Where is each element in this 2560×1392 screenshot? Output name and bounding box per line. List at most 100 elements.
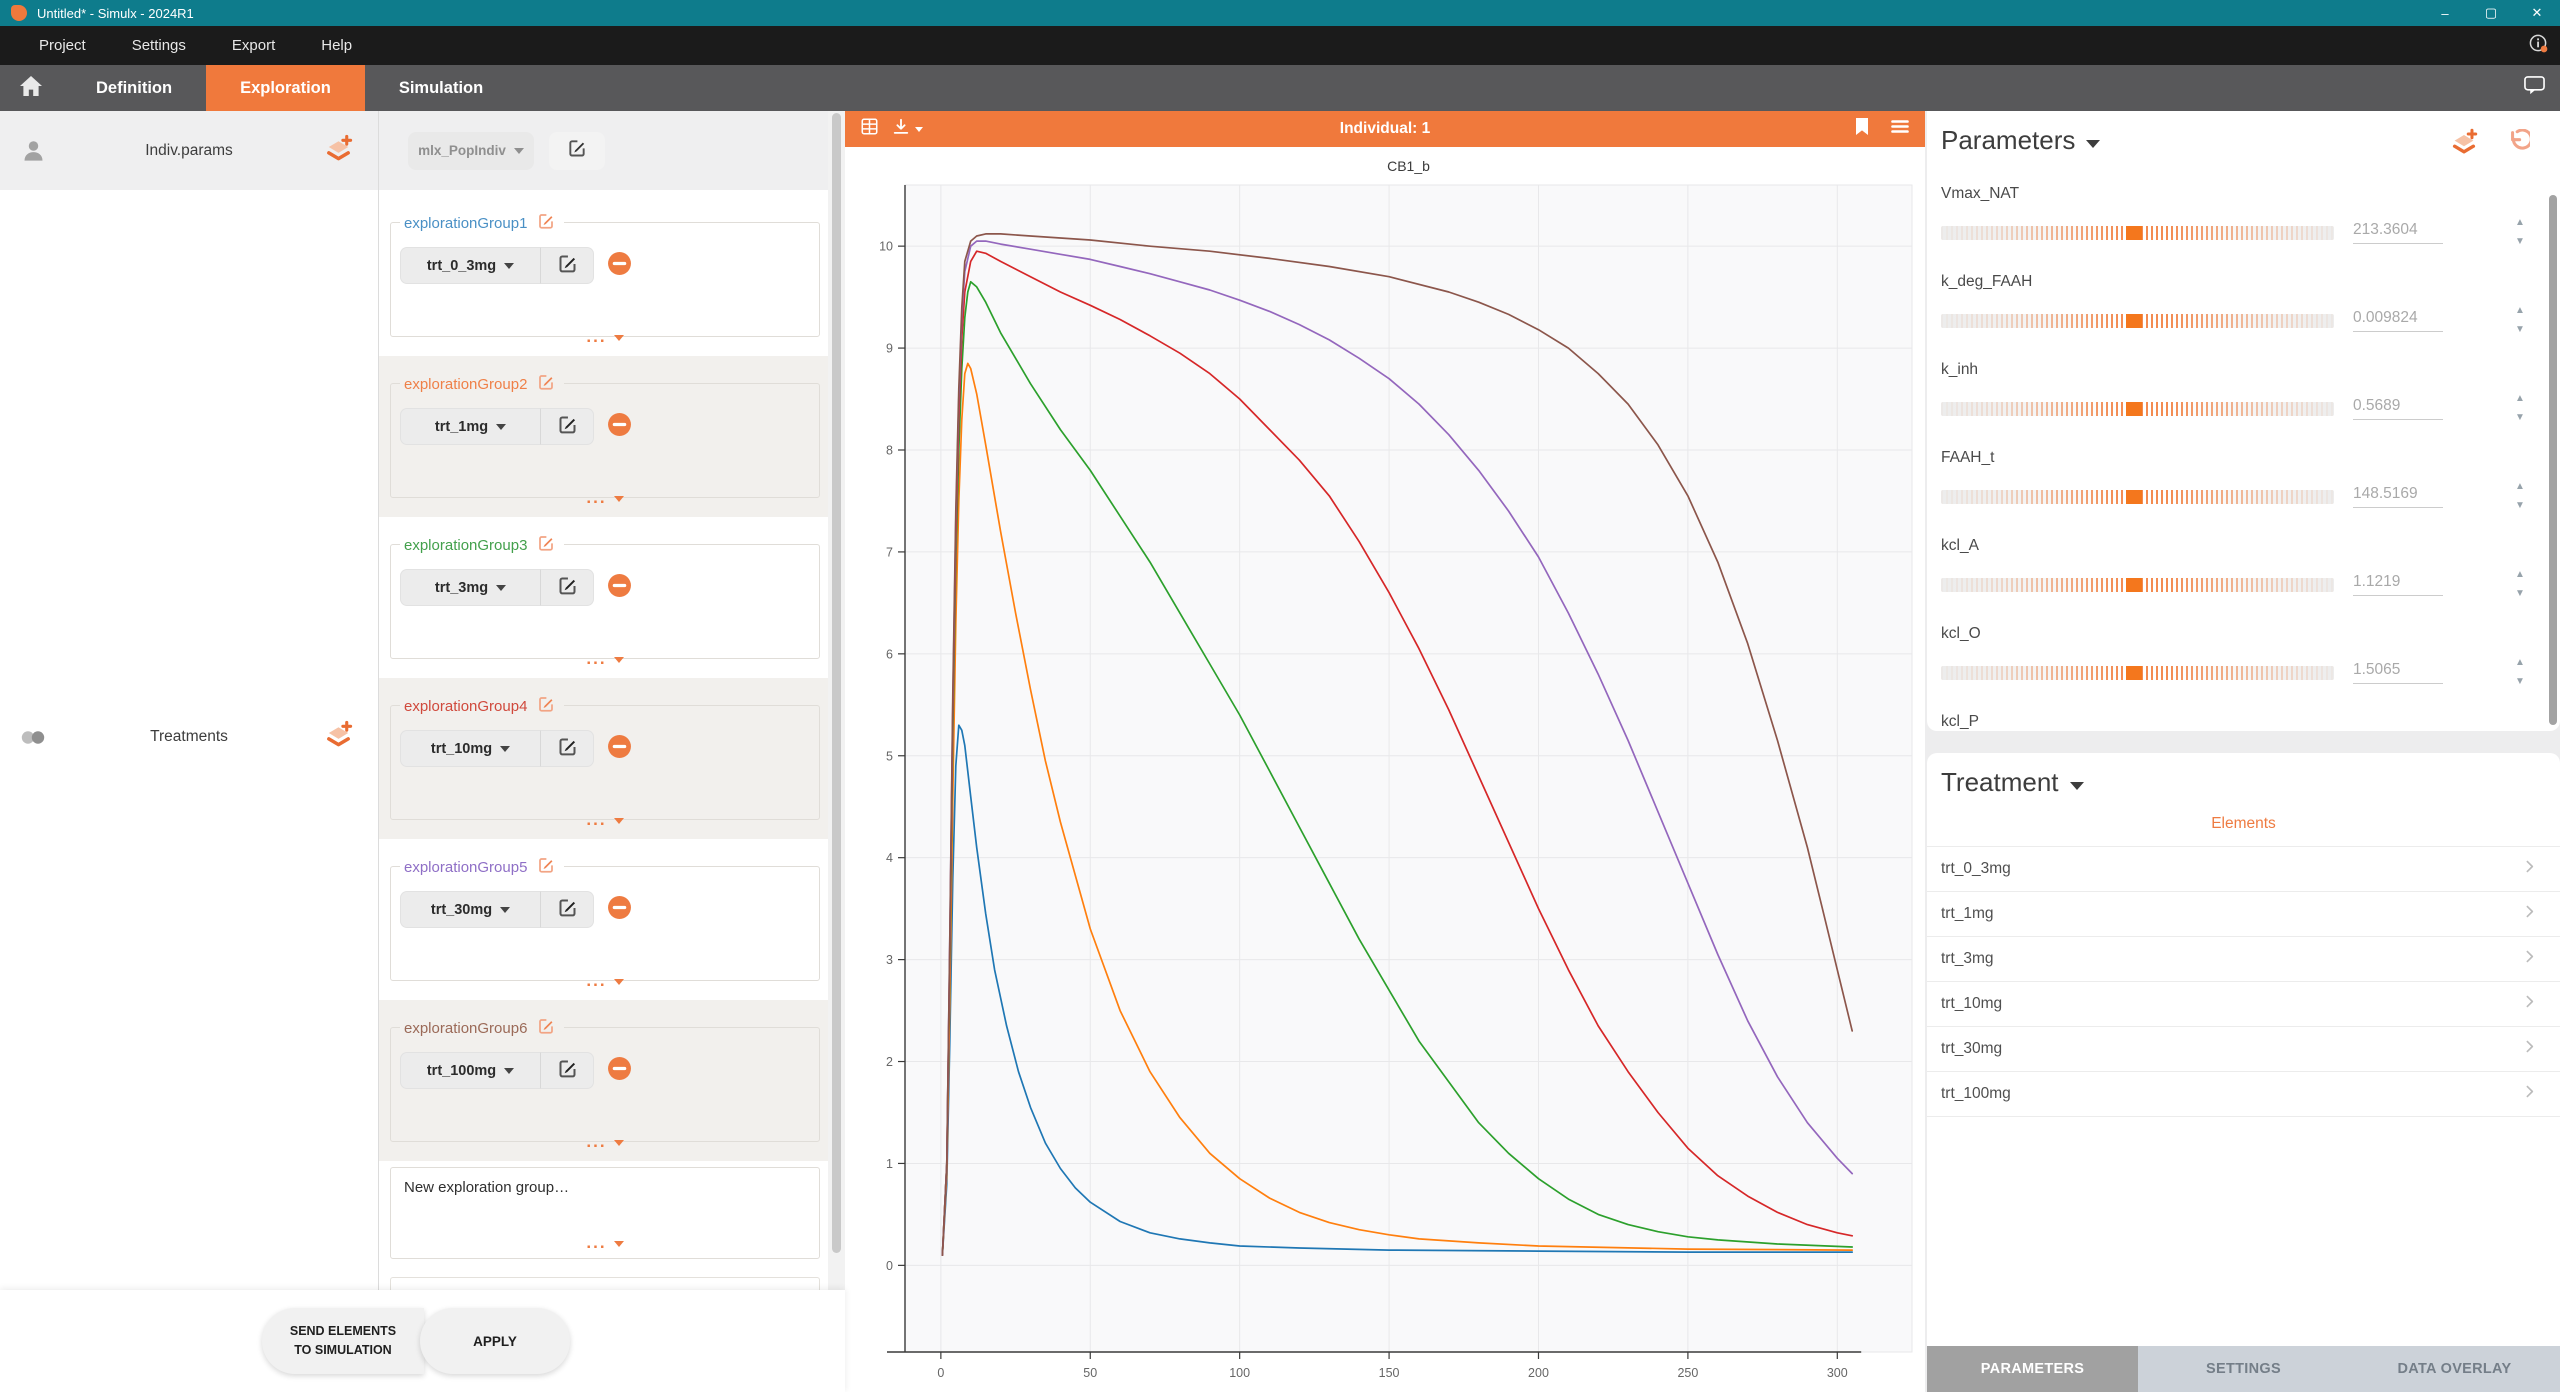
edit-group-name-icon[interactable] (537, 212, 555, 234)
remove-treatment-button[interactable] (607, 1056, 632, 1086)
indiv-params-section[interactable]: Indiv.params (0, 111, 379, 190)
slider-handle[interactable] (2126, 226, 2142, 240)
edit-treatment-button[interactable] (540, 247, 594, 284)
right-tab-parameters[interactable]: PARAMETERS (1927, 1346, 2138, 1392)
menu-help[interactable]: Help (298, 37, 375, 54)
spin-down-icon[interactable]: ▼ (2515, 589, 2525, 599)
edit-group-name-icon[interactable] (537, 1017, 555, 1039)
edit-group-name-icon[interactable] (537, 856, 555, 878)
right-tab-data-overlay[interactable]: DATA OVERLAY (2349, 1346, 2560, 1392)
spin-up-icon[interactable]: ▲ (2515, 306, 2525, 316)
treatment-element-trt_0_3mg[interactable]: trt_0_3mg (1927, 847, 2560, 892)
group-more-button[interactable]: ... (390, 1137, 820, 1147)
spin-up-icon[interactable]: ▲ (2515, 394, 2525, 404)
data-grid-icon[interactable] (861, 118, 878, 140)
menu-project[interactable]: Project (16, 37, 109, 54)
treatment-select[interactable]: trt_3mg (400, 569, 540, 606)
spin-down-icon[interactable]: ▼ (2515, 677, 2525, 687)
home-tab[interactable] (0, 65, 62, 111)
edit-group-name-icon[interactable] (537, 534, 555, 556)
edit-group-name-icon[interactable] (537, 695, 555, 717)
remove-treatment-button[interactable] (607, 895, 632, 925)
edit-treatment-button[interactable] (540, 1052, 594, 1089)
spin-down-icon[interactable]: ▼ (2515, 501, 2525, 511)
parameter-value-input[interactable]: 1.1219 (2353, 573, 2443, 596)
close-button[interactable]: ✕ (2514, 0, 2560, 26)
slider-handle[interactable] (2126, 402, 2142, 416)
spin-up-icon[interactable]: ▲ (2515, 218, 2525, 228)
spin-down-icon[interactable]: ▼ (2515, 413, 2525, 423)
remove-treatment-button[interactable] (607, 573, 632, 603)
parameter-slider[interactable] (1941, 666, 2334, 680)
edit-model-button[interactable] (549, 132, 605, 170)
group-more-button[interactable]: ... (390, 976, 820, 986)
cb1b-plot-area[interactable]: 012345678910050100150200250300CB1_b (845, 147, 1925, 1392)
parameter-slider[interactable] (1941, 578, 2334, 592)
parameter-slider[interactable] (1941, 402, 2334, 416)
scrollbar-thumb[interactable] (832, 113, 841, 1253)
edit-group-name-icon[interactable] (537, 373, 555, 395)
slider-handle[interactable] (2126, 490, 2142, 504)
parameter-slider[interactable] (1941, 490, 2334, 504)
parameter-slider[interactable] (1941, 314, 2334, 328)
add-indiv-params-button[interactable] (323, 133, 354, 169)
tab-simulation[interactable]: Simulation (365, 65, 517, 111)
treatment-select[interactable]: trt_1mg (400, 408, 540, 445)
parameter-slider[interactable] (1941, 226, 2334, 240)
treatment-element-trt_10mg[interactable]: trt_10mg (1927, 982, 2560, 1027)
treatment-element-trt_3mg[interactable]: trt_3mg (1927, 937, 2560, 982)
edit-treatment-button[interactable] (540, 408, 594, 445)
tab-exploration[interactable]: Exploration (206, 65, 365, 111)
treatment-element-trt_1mg[interactable]: trt_1mg (1927, 892, 2560, 937)
new-group-more-button[interactable]: ... (391, 1238, 819, 1248)
remove-treatment-button[interactable] (607, 734, 632, 764)
remove-treatment-button[interactable] (607, 251, 632, 281)
model-selector-dropdown[interactable]: mlx_PopIndiv (408, 132, 534, 170)
slider-handle[interactable] (2126, 578, 2142, 592)
spin-up-icon[interactable]: ▲ (2515, 570, 2525, 580)
bookmark-icon[interactable] (1855, 118, 1869, 141)
treatment-select[interactable]: trt_10mg (400, 730, 540, 767)
add-treatment-element-button[interactable] (323, 719, 354, 755)
group-more-button[interactable]: ... (390, 332, 820, 342)
edit-treatment-button[interactable] (540, 569, 594, 606)
parameter-value-input[interactable]: 0.5689 (2353, 397, 2443, 420)
treatments-section[interactable]: Treatments (0, 715, 378, 759)
treatment-select[interactable]: trt_100mg (400, 1052, 540, 1089)
spin-down-icon[interactable]: ▼ (2515, 237, 2525, 247)
apply-button[interactable]: APPLY (420, 1308, 570, 1374)
export-plot-button[interactable] (892, 118, 923, 141)
treatment-select[interactable]: trt_0_3mg (400, 247, 540, 284)
treatment-element-trt_30mg[interactable]: trt_30mg (1927, 1027, 2560, 1072)
group-more-button[interactable]: ... (390, 654, 820, 664)
new-group-box[interactable]: New exploration group…... (390, 1167, 820, 1259)
treatment-element-trt_100mg[interactable]: trt_100mg (1927, 1072, 2560, 1117)
add-parameters-element-button[interactable] (2449, 127, 2479, 162)
spin-up-icon[interactable]: ▲ (2515, 658, 2525, 668)
info-icon[interactable] (2529, 34, 2548, 57)
parameter-value-input[interactable]: 213.3604 (2353, 221, 2443, 244)
parameter-value-input[interactable]: 148.5169 (2353, 485, 2443, 508)
slider-handle[interactable] (2126, 314, 2142, 328)
edit-treatment-button[interactable] (540, 891, 594, 928)
reset-parameters-button[interactable] (2503, 129, 2530, 161)
slider-handle[interactable] (2126, 666, 2142, 680)
menu-settings[interactable]: Settings (109, 37, 209, 54)
groups-scrollbar[interactable] (828, 111, 845, 1290)
group-more-button[interactable]: ... (390, 815, 820, 825)
parameter-value-input[interactable]: 1.5065 (2353, 661, 2443, 684)
minimize-button[interactable]: – (2422, 0, 2468, 26)
group-more-button[interactable]: ... (390, 493, 820, 503)
parameters-scrollbar[interactable] (2549, 195, 2557, 725)
treatment-select[interactable]: trt_30mg (400, 891, 540, 928)
menu-export[interactable]: Export (209, 37, 298, 54)
plot-menu-icon[interactable] (1891, 119, 1909, 139)
treatment-section-title[interactable]: Treatment (1927, 767, 2560, 798)
tab-definition[interactable]: Definition (62, 65, 206, 111)
right-tab-settings[interactable]: SETTINGS (2138, 1346, 2349, 1392)
maximize-button[interactable]: ▢ (2468, 0, 2514, 26)
edit-treatment-button[interactable] (540, 730, 594, 767)
spin-up-icon[interactable]: ▲ (2515, 482, 2525, 492)
parameter-value-input[interactable]: 0.009824 (2353, 309, 2443, 332)
remove-treatment-button[interactable] (607, 412, 632, 442)
